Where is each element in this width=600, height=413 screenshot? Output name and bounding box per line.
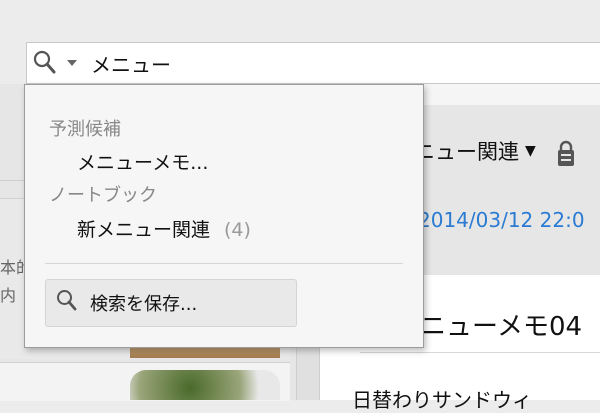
note-title[interactable]: ニューメモ04 [420, 306, 582, 343]
note-count: (4) [224, 219, 251, 241]
toolbar [0, 0, 600, 40]
note-date[interactable]: 2014/03/12 22:0 [418, 208, 585, 232]
search-suggestions-dropdown: 予測候補 メニューメモ... ノートブック 新メニュー関連 (4) 検索を保存..… [24, 84, 424, 348]
note-thumbnail [130, 370, 280, 400]
save-search-label: 検索を保存... [90, 294, 198, 315]
note-snippet: 内 [0, 286, 17, 305]
note-body-text[interactable]: 日替わりサンドウィ [352, 384, 532, 413]
divider [360, 352, 600, 353]
notebook-label: 新メニュー関連 [77, 219, 211, 241]
divider [45, 263, 403, 264]
section-heading: 予測候補 [49, 119, 121, 140]
section-heading: ノートブック [49, 185, 157, 206]
notebook-selector[interactable]: ニュー関連 ▼ [414, 136, 536, 166]
search-icon[interactable] [27, 43, 67, 83]
chevron-down-icon: ▼ [525, 143, 536, 159]
search-input[interactable] [83, 44, 491, 82]
chevron-down-icon[interactable] [67, 43, 83, 83]
search-icon [56, 289, 78, 317]
search-bar[interactable] [26, 42, 600, 84]
suggestion-item[interactable]: メニューメモ... [77, 148, 208, 175]
save-search-button[interactable]: 検索を保存... [45, 279, 297, 327]
notebook-item[interactable]: 新メニュー関連 (4) [77, 215, 251, 242]
lock-icon[interactable] [556, 140, 576, 172]
notebook-name: ニュー関連 [414, 140, 519, 164]
